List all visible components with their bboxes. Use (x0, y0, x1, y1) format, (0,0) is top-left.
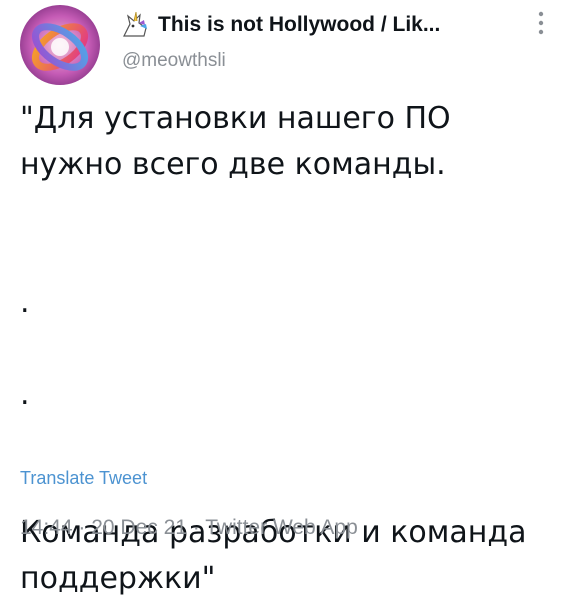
tweet-card: This is not Hollywood / Lik... @meowthsl… (0, 0, 570, 596)
translate-tweet-link[interactable]: Translate Tweet (20, 468, 147, 489)
tweet-metadata: 14:44 · 20 Dec 21 · Twitter Web App (20, 516, 358, 540)
more-options-button[interactable] (530, 8, 552, 38)
tweet-client[interactable]: Twitter Web App (205, 516, 358, 539)
tweet-time[interactable]: 14:44 (20, 516, 73, 539)
more-vertical-icon (538, 11, 544, 35)
avatar[interactable] (20, 5, 100, 85)
author-block: This is not Hollywood / Lik... @meowthsl… (122, 10, 522, 72)
user-handle[interactable]: @meowthsli (122, 50, 522, 72)
meta-separator: · (72, 516, 92, 539)
display-name[interactable]: This is not Hollywood / Lik... (158, 13, 440, 37)
tweet-date[interactable]: 20 Dec 21 (91, 516, 187, 539)
name-row: This is not Hollywood / Lik... (122, 10, 522, 40)
meta-separator: · (186, 516, 206, 539)
unicorn-icon (122, 11, 150, 38)
avatar-image (20, 5, 100, 85)
